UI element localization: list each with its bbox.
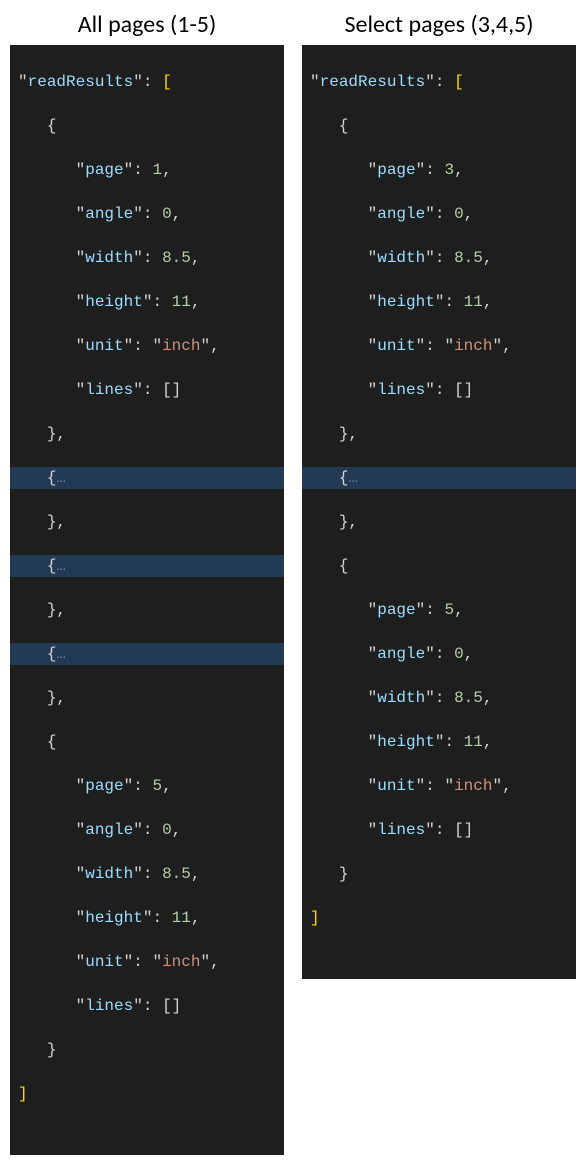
height-value: 11 xyxy=(172,293,191,311)
ellipsis-icon: … xyxy=(56,645,66,663)
height-value: 11 xyxy=(464,733,483,751)
select-pages-title: Select pages (3,4,5) xyxy=(302,10,576,39)
folded-row[interactable]: {… xyxy=(302,467,576,489)
ellipsis-icon: … xyxy=(348,469,358,487)
folded-row[interactable]: {… xyxy=(10,643,284,665)
page-value: 5 xyxy=(444,601,454,619)
angle-value: 0 xyxy=(454,645,464,663)
angle-value: 0 xyxy=(454,205,464,223)
unit-value: inch xyxy=(162,337,200,355)
all-pages-code: "readResults": [ { "page": 1, "angle": 0… xyxy=(10,45,284,1155)
folded-row[interactable]: {… xyxy=(10,555,284,577)
all-pages-title: All pages (1-5) xyxy=(10,10,284,39)
lines-value: [] xyxy=(162,997,181,1015)
height-value: 11 xyxy=(464,293,483,311)
unit-value: inch xyxy=(162,953,200,971)
ellipsis-icon: … xyxy=(56,557,66,575)
all-pages-column: All pages (1-5) "readResults": [ { "page… xyxy=(10,10,284,1155)
lines-value: [] xyxy=(454,821,473,839)
width-value: 8.5 xyxy=(162,865,191,883)
ellipsis-icon: … xyxy=(56,469,66,487)
select-pages-code: "readResults": [ { "page": 3, "angle": 0… xyxy=(302,45,576,979)
page-value: 3 xyxy=(444,161,454,179)
select-pages-column: Select pages (3,4,5) "readResults": [ { … xyxy=(302,10,576,1155)
width-value: 8.5 xyxy=(454,689,483,707)
lines-value: [] xyxy=(162,381,181,399)
angle-value: 0 xyxy=(162,821,172,839)
lines-value: [] xyxy=(454,381,473,399)
page-value: 1 xyxy=(152,161,162,179)
page-value: 5 xyxy=(152,777,162,795)
folded-row[interactable]: {… xyxy=(10,467,284,489)
readresults-key: readResults xyxy=(320,73,426,91)
readresults-key: readResults xyxy=(28,73,134,91)
angle-value: 0 xyxy=(162,205,172,223)
unit-value: inch xyxy=(454,337,492,355)
comparison-columns: All pages (1-5) "readResults": [ { "page… xyxy=(10,10,576,1155)
height-value: 11 xyxy=(172,909,191,927)
width-value: 8.5 xyxy=(162,249,191,267)
width-value: 8.5 xyxy=(454,249,483,267)
unit-value: inch xyxy=(454,777,492,795)
